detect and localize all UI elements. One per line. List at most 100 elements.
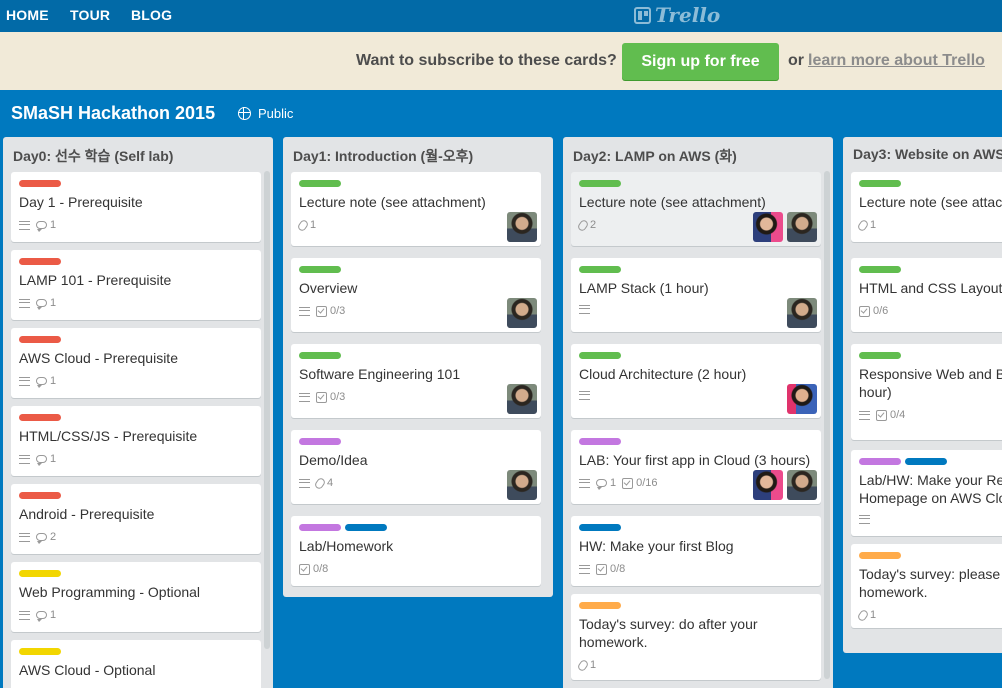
card-labels: [859, 352, 901, 359]
member-avatar[interactable]: [787, 298, 817, 328]
checklist-icon: [316, 305, 327, 317]
description-badge: [579, 305, 590, 314]
description-icon: [579, 305, 590, 314]
card[interactable]: Overview 0/3: [291, 258, 541, 332]
member-avatar[interactable]: [507, 470, 537, 500]
card-title: AWS Cloud - Optional: [19, 662, 156, 678]
card-title: HW: Make your first Blog: [579, 538, 734, 554]
card-label-blue: [905, 458, 947, 465]
list-title[interactable]: Day1: Introduction (월-오후): [293, 146, 473, 166]
list-title[interactable]: Day3: Website on AWS: [853, 146, 1002, 162]
comment-icon: [36, 611, 47, 622]
card[interactable]: AWS Cloud - Optional: [11, 640, 261, 688]
card-label-red: [19, 492, 61, 499]
description-icon: [19, 220, 30, 230]
card-label-purple: [299, 524, 341, 531]
card-label-orange: [859, 552, 901, 559]
page: HOME TOUR BLOG Trello Want to subscribe …: [0, 0, 1002, 688]
member-avatar[interactable]: [787, 384, 817, 414]
comment-badge: 1: [596, 477, 616, 490]
description-icon: [299, 392, 310, 402]
member-avatar[interactable]: [787, 470, 817, 500]
checklist-badge-count: 0/3: [330, 305, 346, 317]
card-title: HTML and CSS Layout: [859, 280, 1002, 296]
list-scrollbar[interactable]: [824, 171, 830, 679]
comment-icon: [36, 299, 47, 310]
card-labels: [579, 524, 621, 531]
list-title[interactable]: Day2: LAMP on AWS (화): [573, 146, 737, 166]
card[interactable]: Demo/Idea 4: [291, 430, 541, 504]
card[interactable]: Lecture note (see attachment) 1: [851, 172, 1002, 242]
card[interactable]: AWS Cloud - Prerequisite 1: [11, 328, 261, 398]
card-badges: [579, 305, 590, 314]
card-label-red: [19, 258, 61, 265]
nav-blog-link[interactable]: BLOG: [131, 7, 172, 23]
card[interactable]: Lecture note (see attachment) 1: [291, 172, 541, 246]
comment-icon: [36, 221, 47, 232]
nav-tour-link[interactable]: TOUR: [70, 7, 110, 23]
comment-badge-count: 1: [50, 453, 57, 465]
card[interactable]: HTML/CSS/JS - Prerequisite 1: [11, 406, 261, 476]
attachment-icon: [576, 218, 590, 232]
card-members: [507, 470, 537, 500]
card[interactable]: HTML and CSS Layout 0/6: [851, 258, 1002, 332]
card-labels: [859, 552, 901, 559]
learn-more-link[interactable]: learn more about Trello: [808, 52, 985, 70]
card-badges: 1: [856, 218, 876, 232]
board-visibility[interactable]: Public: [238, 106, 293, 121]
description-badge: [859, 410, 870, 420]
card-badges: 0/6: [859, 305, 888, 317]
card[interactable]: Lecture note (see attachment) 2: [571, 172, 821, 246]
attachment-badge-count: 2: [590, 219, 597, 231]
card[interactable]: Lab/HW: Make your Resume Homepage on AWS…: [851, 450, 1002, 536]
card-badges: 1: [296, 218, 316, 232]
member-avatar[interactable]: [507, 384, 537, 414]
attachment-icon: [313, 476, 327, 490]
card[interactable]: LAMP 101 - Prerequisite 1: [11, 250, 261, 320]
card[interactable]: LAB: Your first app in Cloud (3 hours) 1 0…: [571, 430, 821, 504]
card[interactable]: Software Engineering 101 0/3: [291, 344, 541, 418]
card-labels: [19, 492, 61, 499]
card-title: Software Engineering 101: [299, 366, 461, 382]
attachment-badge-count: 1: [590, 659, 597, 671]
card-label-green: [579, 180, 621, 187]
card-label-purple: [859, 458, 901, 465]
trello-logo[interactable]: Trello: [634, 3, 720, 27]
member-avatar[interactable]: [507, 212, 537, 242]
card-label-green: [299, 180, 341, 187]
card[interactable]: LAMP Stack (1 hour): [571, 258, 821, 332]
description-badge: [579, 564, 590, 574]
card[interactable]: Cloud Architecture (2 hour): [571, 344, 821, 418]
card[interactable]: Today's survey: do after your homework. 1: [571, 594, 821, 680]
card[interactable]: Responsive Web and Bootstrap (1 hour) 0/4: [851, 344, 1002, 440]
nav-home-link[interactable]: HOME: [6, 7, 49, 23]
card-label-green: [299, 266, 341, 273]
description-badge: [579, 478, 590, 488]
checklist-badge-count: 0/3: [330, 391, 346, 403]
card[interactable]: Web Programming - Optional 1: [11, 562, 261, 632]
card-badges: [579, 391, 590, 400]
attachment-badge: 2: [576, 218, 597, 232]
comment-badge-count: 1: [50, 297, 57, 309]
member-avatar[interactable]: [753, 470, 783, 500]
comment-badge: 1: [36, 219, 56, 232]
checklist-icon: [299, 563, 310, 575]
board-title[interactable]: SMaSH Hackathon 2015: [11, 103, 215, 124]
member-avatar[interactable]: [507, 298, 537, 328]
checklist-badge: 0/3: [316, 391, 345, 403]
card[interactable]: Today's survey: please do after your hom…: [851, 544, 1002, 628]
attachment-icon: [296, 218, 310, 232]
signup-button[interactable]: Sign up for free: [622, 43, 779, 80]
card[interactable]: Android - Prerequisite 2: [11, 484, 261, 554]
description-badge: [579, 391, 590, 400]
list-title[interactable]: Day0: 선수 학습 (Self lab): [13, 146, 173, 166]
card[interactable]: Day 1 - Prerequisite 1: [11, 172, 261, 242]
card[interactable]: Lab/Homework 0/8: [291, 516, 541, 586]
card-title: Demo/Idea: [299, 452, 368, 468]
checklist-icon: [876, 409, 887, 421]
member-avatar[interactable]: [787, 212, 817, 242]
list-scrollbar[interactable]: [264, 171, 270, 649]
card[interactable]: HW: Make your first Blog 0/8: [571, 516, 821, 586]
checklist-icon: [622, 477, 634, 489]
member-avatar[interactable]: [753, 212, 783, 242]
